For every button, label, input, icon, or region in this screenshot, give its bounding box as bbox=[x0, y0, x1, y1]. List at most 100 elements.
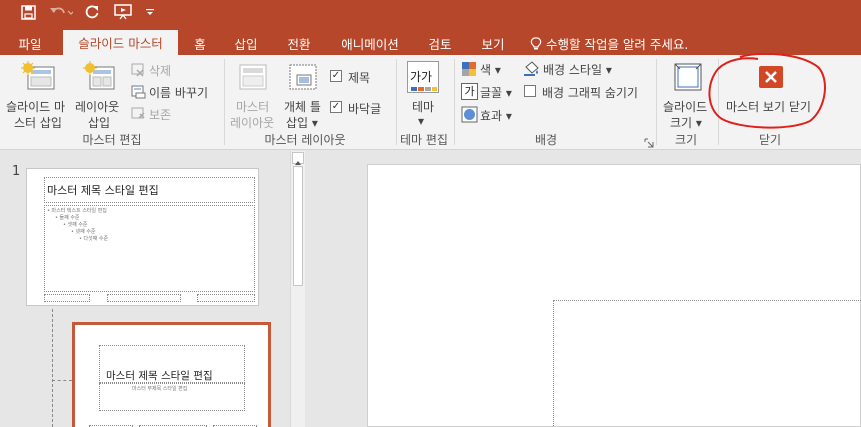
group-label-edit-theme: 테마 편집 bbox=[400, 133, 448, 147]
insert-slide-master-icon bbox=[21, 61, 55, 90]
background-styles-button[interactable]: 배경 스타일 ▾ bbox=[522, 60, 622, 78]
group-label-close: 닫기 bbox=[758, 133, 782, 147]
layout-title-text: 마스터 제목 스타일 편집 bbox=[106, 370, 213, 382]
layout-subtitle-placeholder: 마스터 부제목 스타일 편집 bbox=[99, 383, 245, 411]
themes-label: 테마 bbox=[412, 100, 435, 114]
rename-button[interactable]: 이름 바꾸기 bbox=[129, 83, 219, 101]
master-layout-button[interactable]: 마스터 레이아웃 bbox=[228, 57, 280, 130]
effects-button[interactable]: 효과 ▾ bbox=[460, 106, 520, 124]
layout-title-placeholder: 마스터 제목 스타일 편집 bbox=[99, 345, 245, 383]
fonts-label: 글꼴 ▾ bbox=[480, 86, 512, 100]
slide-thumbnails-pane: 1 마스터 제목 스타일 편집 • 마스터 텍스트 스타일 편집 • 둘째 수준… bbox=[0, 151, 305, 427]
insert-slide-master-label-2: 스터 삽입 bbox=[14, 116, 62, 130]
master-body-line: • 다섯째 수준 bbox=[79, 236, 109, 242]
title-checkbox[interactable]: ✓ bbox=[330, 70, 342, 82]
background-styles-label: 배경 스타일 ▾ bbox=[543, 63, 612, 77]
title-placeholder-box[interactable] bbox=[553, 300, 861, 427]
insert-placeholder-label-2: 삽입 ▾ bbox=[286, 116, 318, 130]
footer-checkbox[interactable]: ✓ bbox=[330, 101, 342, 113]
rename-icon bbox=[131, 85, 146, 99]
hide-background-graphics-checkbox[interactable] bbox=[524, 85, 536, 97]
title-checkbox-label: 제목 bbox=[348, 71, 371, 85]
master-body-placeholder: • 마스터 텍스트 스타일 편집 • 둘째 수준 • 셋째 수준 • 넷째 수준… bbox=[44, 205, 255, 292]
repeat-icon[interactable] bbox=[83, 3, 101, 21]
layout-subtitle-text: 마스터 부제목 스타일 편집 bbox=[132, 386, 188, 392]
master-title-placeholder: 마스터 제목 스타일 편집 bbox=[44, 177, 255, 203]
title-layout-thumbnail[interactable]: 마스터 제목 스타일 편집 마스터 부제목 스타일 편집 bbox=[72, 322, 271, 427]
master-layout-icon bbox=[239, 64, 267, 90]
insert-layout-label-2: 삽입 bbox=[88, 116, 111, 130]
colors-label: 색 ▾ bbox=[480, 63, 501, 77]
tab-home[interactable]: 홈 bbox=[182, 31, 218, 55]
effects-label: 효과 ▾ bbox=[480, 109, 512, 123]
colors-button[interactable]: 색 ▾ bbox=[460, 60, 516, 78]
insert-placeholder-label-1: 개체 틀 bbox=[284, 100, 321, 114]
preserve-pin-icon bbox=[131, 107, 145, 119]
delete-slide-icon bbox=[131, 63, 144, 77]
layout-connector-line bbox=[52, 309, 53, 427]
lightbulb-icon bbox=[530, 37, 546, 52]
scroll-thumb[interactable] bbox=[293, 166, 303, 286]
group-label-master-edit: 마스터 편집 bbox=[82, 133, 142, 147]
title-bar bbox=[0, 0, 861, 24]
master-layout-label-1: 마스터 bbox=[236, 100, 270, 114]
master-body-line: • 셋째 수준 bbox=[63, 222, 88, 228]
tab-view[interactable]: 보기 bbox=[472, 31, 514, 55]
start-from-beginning-icon[interactable] bbox=[112, 3, 134, 21]
themes-icon: 가가 bbox=[407, 61, 439, 93]
insert-layout-button[interactable]: 레이아웃 삽입 bbox=[75, 57, 126, 130]
tab-animations[interactable]: 애니메이션 bbox=[332, 31, 408, 55]
tab-transitions[interactable]: 전환 bbox=[276, 31, 322, 55]
effects-icon bbox=[461, 106, 478, 123]
fonts-icon: 가 bbox=[461, 83, 478, 100]
customize-qat-icon[interactable] bbox=[143, 3, 157, 21]
slide-canvas[interactable] bbox=[367, 164, 861, 427]
fonts-button[interactable]: 가 글꼴 ▾ bbox=[460, 83, 520, 101]
group-label-background: 배경 bbox=[534, 133, 558, 147]
master-body-line: • 넷째 수준 bbox=[71, 229, 96, 235]
colors-icon bbox=[462, 62, 476, 76]
group-label-master-layout: 마스터 레이아웃 bbox=[264, 133, 346, 147]
master-footer-placeholder bbox=[107, 294, 181, 302]
paint-bucket-icon bbox=[524, 61, 539, 76]
tab-review[interactable]: 검토 bbox=[419, 31, 461, 55]
dialog-launcher-icon[interactable] bbox=[644, 133, 654, 148]
thumbnails-scrollbar[interactable] bbox=[290, 151, 305, 427]
delete-button[interactable]: 삭제 bbox=[129, 61, 199, 79]
tab-file[interactable]: 파일 bbox=[8, 31, 52, 55]
group-separator bbox=[656, 59, 657, 145]
insert-placeholder-button[interactable]: 개체 틀 삽입 ▾ bbox=[282, 57, 326, 130]
themes-icon-glyph: 가가 bbox=[410, 70, 433, 84]
insert-slide-master-button[interactable]: 슬라이드 마 스터 삽입 bbox=[4, 57, 76, 130]
tab-slide-master[interactable]: 슬라이드 마스터 bbox=[63, 30, 178, 55]
preserve-label: 보존 bbox=[149, 108, 172, 122]
group-label-size: 크기 bbox=[674, 133, 698, 147]
tell-me-box[interactable]: 수행할 작업을 알려 주세요. bbox=[530, 31, 710, 55]
master-layout-label-2: 레이아웃 bbox=[230, 116, 275, 130]
master-body-line: • 둘째 수준 bbox=[55, 215, 80, 221]
undo-icon[interactable] bbox=[48, 3, 74, 21]
hide-background-graphics-label: 배경 그래픽 숨기기 bbox=[542, 86, 638, 100]
themes-dropdown-arrow: ▾ bbox=[418, 114, 425, 128]
slide-number: 1 bbox=[12, 164, 21, 179]
master-slide-number-placeholder bbox=[197, 294, 255, 302]
themes-button[interactable]: 가가 테마 ▾ bbox=[400, 57, 446, 129]
delete-label: 삭제 bbox=[149, 64, 172, 78]
save-icon[interactable] bbox=[18, 3, 38, 21]
ribbon: 슬라이드 마 스터 삽입 레이아웃 삽입 삭제 이름 바꾸기 보존 마스터 편집 bbox=[0, 53, 861, 150]
annotation-circle bbox=[708, 53, 826, 129]
group-separator bbox=[454, 59, 455, 145]
master-title-text: 마스터 제목 스타일 편집 bbox=[47, 184, 159, 197]
insert-placeholder-icon bbox=[289, 64, 317, 90]
insert-slide-master-label-1: 슬라이드 마 bbox=[6, 100, 66, 114]
slide-editor-pane bbox=[306, 151, 861, 427]
master-date-placeholder bbox=[44, 294, 90, 302]
ribbon-tabs: 파일 슬라이드 마스터 홈 삽입 전환 애니메이션 검토 보기 수행할 작업을 … bbox=[0, 24, 861, 55]
footer-checkbox-label: 바닥글 bbox=[348, 102, 382, 116]
powerpoint-window: 파일 슬라이드 마스터 홈 삽입 전환 애니메이션 검토 보기 수행할 작업을 … bbox=[0, 0, 861, 427]
group-separator bbox=[224, 59, 225, 145]
preserve-button[interactable]: 보존 bbox=[129, 105, 199, 123]
tab-insert[interactable]: 삽입 bbox=[223, 31, 269, 55]
scroll-up-arrow-icon[interactable] bbox=[292, 152, 304, 165]
master-slide-thumbnail[interactable]: 마스터 제목 스타일 편집 • 마스터 텍스트 스타일 편집 • 둘째 수준 •… bbox=[26, 168, 259, 306]
